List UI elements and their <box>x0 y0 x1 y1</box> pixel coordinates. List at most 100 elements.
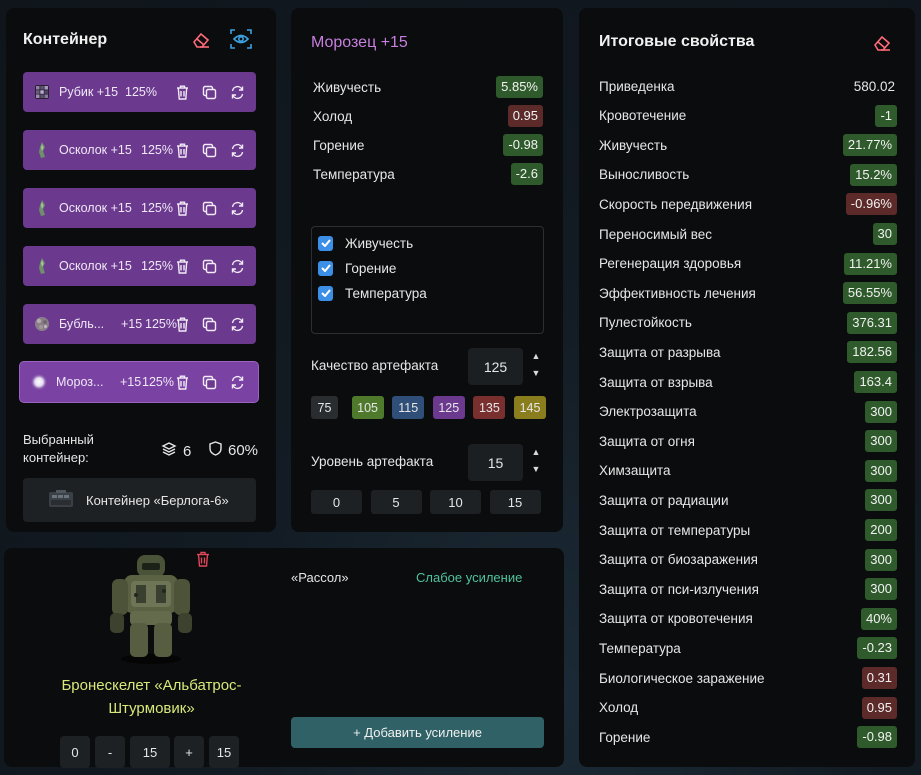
swap-icon[interactable] <box>228 315 246 333</box>
final-stats-panel: Итоговые свойства Приведенка 580.02 Кровот… <box>579 8 915 767</box>
stat-name: Горение <box>313 137 365 153</box>
checkbox-label: Температура <box>345 285 427 301</box>
stat-checkbox[interactable]: Горение <box>318 258 396 278</box>
artifact-row[interactable]: Осколок +15 125% <box>23 246 256 286</box>
stat-name: Переносимый вес <box>599 226 713 242</box>
copy-icon[interactable] <box>200 315 218 333</box>
artifact-row[interactable]: Осколок +15 125% <box>23 188 256 228</box>
trash-icon[interactable] <box>173 373 191 391</box>
quality-preset-button[interactable]: 115 <box>392 396 425 419</box>
final-stat-row: Пулестойкость 376.31 <box>599 311 897 335</box>
artifact-percent: 125% <box>141 259 173 273</box>
stepper-max-button[interactable]: 15 <box>209 736 239 768</box>
stat-name: Защита от разрыва <box>599 344 721 360</box>
trash-icon[interactable] <box>173 315 191 333</box>
stepper-minus-button[interactable]: - <box>95 736 125 768</box>
stat-value: -1 <box>875 104 897 127</box>
checkmark-icon[interactable] <box>318 260 333 276</box>
quality-input[interactable]: 125 <box>468 348 523 385</box>
stat-value: -0.23 <box>857 637 897 660</box>
container-select-button[interactable]: Контейнер «Берлога-6» <box>23 478 256 522</box>
swap-icon[interactable] <box>228 141 246 159</box>
stat-name: Живучесть <box>599 137 668 153</box>
upgrade-name: «Рассол» <box>291 570 349 585</box>
artifact-name: Бубль... <box>59 317 105 331</box>
artifact-row[interactable]: Мороз... +15 125% <box>20 362 258 402</box>
eraser-icon[interactable] <box>190 29 212 51</box>
trash-icon[interactable] <box>192 548 214 570</box>
stat-checkbox[interactable]: Температура <box>318 283 427 303</box>
quality-increase-icon[interactable]: ▲ <box>530 351 542 361</box>
trash-icon[interactable] <box>173 141 191 159</box>
frost-icon <box>30 373 48 391</box>
stat-name: Защита от температуры <box>599 522 751 538</box>
quality-preset-button[interactable]: 125 <box>432 396 465 419</box>
stat-value: 300 <box>865 489 897 512</box>
stepper-value[interactable]: 15 <box>130 736 170 768</box>
stat-value: -0.98 <box>857 726 897 749</box>
checkbox-label: Горение <box>345 260 397 276</box>
eye-scan-icon[interactable] <box>230 28 252 50</box>
copy-icon[interactable] <box>200 141 218 159</box>
slots-value: 6 <box>183 442 192 460</box>
copy-icon[interactable] <box>200 83 218 101</box>
artifact-stat-row: Живучесть 5.85% <box>313 76 543 98</box>
level-increase-icon[interactable]: ▲ <box>530 447 542 457</box>
checkmark-icon[interactable] <box>318 235 333 251</box>
quality-decrease-icon[interactable]: ▼ <box>530 368 542 378</box>
final-stat-row: Кровотечение -1 <box>599 104 897 128</box>
level-decrease-icon[interactable]: ▼ <box>530 464 542 474</box>
artifact-stat-row: Температура -2.6 <box>313 163 543 185</box>
stat-value: 15.2% <box>850 163 897 186</box>
quality-preset-button[interactable]: 135 <box>473 396 506 419</box>
stat-checkbox[interactable]: Живучесть <box>318 233 413 253</box>
artifact-row[interactable]: Бубль... +15 125% <box>23 304 256 344</box>
trash-icon[interactable] <box>173 257 191 275</box>
stat-name: Холод <box>599 700 639 716</box>
quality-preset-button[interactable]: 105 <box>351 396 384 419</box>
stat-value: 30 <box>872 223 897 245</box>
trash-icon[interactable] <box>173 199 191 217</box>
artifact-row[interactable]: Осколок +15 125% <box>23 130 256 170</box>
level-input[interactable]: 15 <box>468 444 523 481</box>
copy-icon[interactable] <box>200 373 218 391</box>
checkmark-icon[interactable] <box>318 285 333 301</box>
shield-icon <box>209 441 222 460</box>
armor-name: Бронескелет «Альбатрос-Штурмовик» <box>61 677 242 717</box>
swap-icon[interactable] <box>228 83 246 101</box>
level-preset-button[interactable]: 0 <box>311 490 362 514</box>
trash-icon[interactable] <box>173 83 191 101</box>
level-preset-button[interactable]: 15 <box>489 490 541 514</box>
artifact-name: Мороз... <box>56 375 104 389</box>
final-stat-row: Скорость передвижения -0.96% <box>599 192 897 216</box>
quality-preset-button[interactable]: 145 <box>514 396 546 419</box>
swap-icon[interactable] <box>228 199 246 217</box>
shard-icon <box>33 199 51 217</box>
stat-value: 56.55% <box>842 282 897 305</box>
stepper-plus-button[interactable]: + <box>174 736 204 768</box>
swap-icon[interactable] <box>228 373 246 391</box>
eraser-icon[interactable] <box>871 32 893 54</box>
stat-name: Защита от биозаражения <box>599 552 758 568</box>
stat-value: 580.02 <box>853 78 895 94</box>
artifact-row[interactable]: Рубик +15 125% <box>23 72 256 112</box>
quality-label: Качество артефакта <box>311 358 439 373</box>
artifact-level: +15 <box>121 317 143 331</box>
add-upgrade-button[interactable]: + Добавить усиление <box>291 717 544 748</box>
artifact-percent: 125% <box>141 143 173 157</box>
artifact-panel: Морозец +15 Живучесть 5.85% Холод 0.95 Горен… <box>291 8 563 532</box>
container-title: Контейнер <box>23 31 108 48</box>
stat-value: -0.98 <box>503 134 543 156</box>
swap-icon[interactable] <box>228 257 246 275</box>
level-preset-button[interactable]: 10 <box>430 490 481 514</box>
stat-name: Горение <box>599 729 651 745</box>
artifact-name: Осколок +15 <box>59 259 132 273</box>
copy-icon[interactable] <box>200 199 218 217</box>
stepper-min-button[interactable]: 0 <box>60 736 90 768</box>
stat-value: -2.6 <box>510 163 543 185</box>
artifact-name: Осколок +15 <box>59 201 132 215</box>
quality-preset-button[interactable]: 75 <box>311 396 338 419</box>
level-preset-button[interactable]: 5 <box>370 490 422 514</box>
artifact-stat-row: Холод 0.95 <box>313 105 543 127</box>
copy-icon[interactable] <box>200 257 218 275</box>
